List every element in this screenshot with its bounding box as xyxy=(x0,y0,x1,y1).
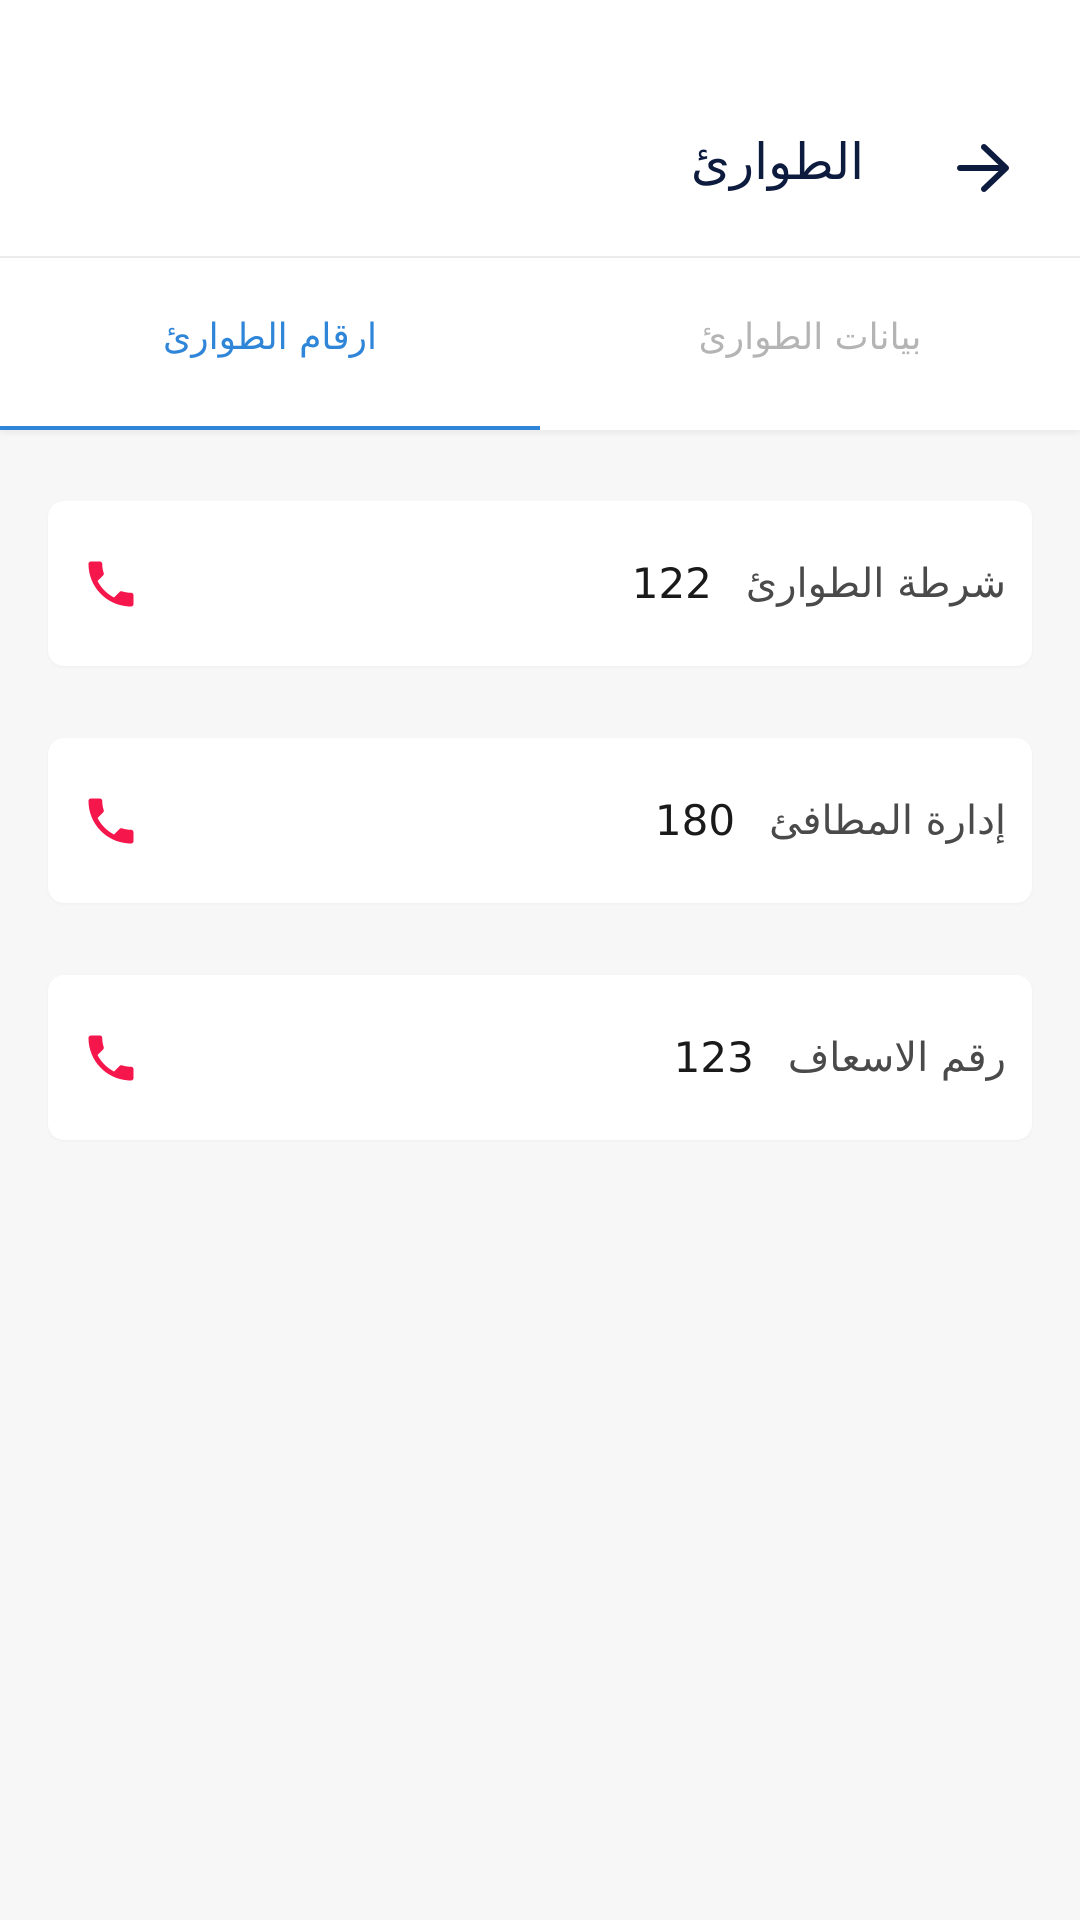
list-item-text: رقم الاسعاف 123 xyxy=(674,975,1006,1140)
service-number: 180 xyxy=(654,796,736,845)
list-item-fire-department[interactable]: إدارة المطافئ 180 xyxy=(48,738,1032,903)
tab-label: بيانات الطوارئ xyxy=(698,316,922,358)
emergency-numbers-list: شرطة الطوارئ 122 إدارة المطافئ 180 رقم ا… xyxy=(48,501,1032,1212)
list-item-police[interactable]: شرطة الطوارئ 122 xyxy=(48,501,1032,666)
service-number: 122 xyxy=(631,559,712,608)
tab-bar: بيانات الطوارئ ارقام الطوارئ xyxy=(0,258,1080,430)
arrow-right-icon xyxy=(957,144,1009,192)
tab-emergency-data[interactable]: بيانات الطوارئ xyxy=(540,258,1080,430)
service-number: 123 xyxy=(673,1033,754,1082)
app-header: الطوارئ xyxy=(0,0,1080,258)
list-item-ambulance[interactable]: رقم الاسعاف 123 xyxy=(48,975,1032,1140)
list-item-text: إدارة المطافئ 180 xyxy=(655,738,1006,903)
phone-icon xyxy=(88,561,134,607)
call-button[interactable] xyxy=(78,551,144,617)
active-tab-indicator xyxy=(0,426,540,430)
tab-label: ارقام الطوارئ xyxy=(163,316,377,358)
call-button[interactable] xyxy=(78,1025,144,1091)
service-name: إدارة المطافئ xyxy=(769,797,1006,844)
service-name: شرطة الطوارئ xyxy=(745,560,1006,607)
service-name: رقم الاسعاف xyxy=(787,1034,1006,1081)
back-button[interactable] xyxy=(946,135,1022,201)
phone-icon xyxy=(88,1035,134,1081)
tab-emergency-numbers[interactable]: ارقام الطوارئ xyxy=(0,258,540,430)
page-title: الطوارئ xyxy=(690,133,864,191)
call-button[interactable] xyxy=(78,788,144,854)
phone-icon xyxy=(88,798,134,844)
list-item-text: شرطة الطوارئ 122 xyxy=(632,501,1006,666)
